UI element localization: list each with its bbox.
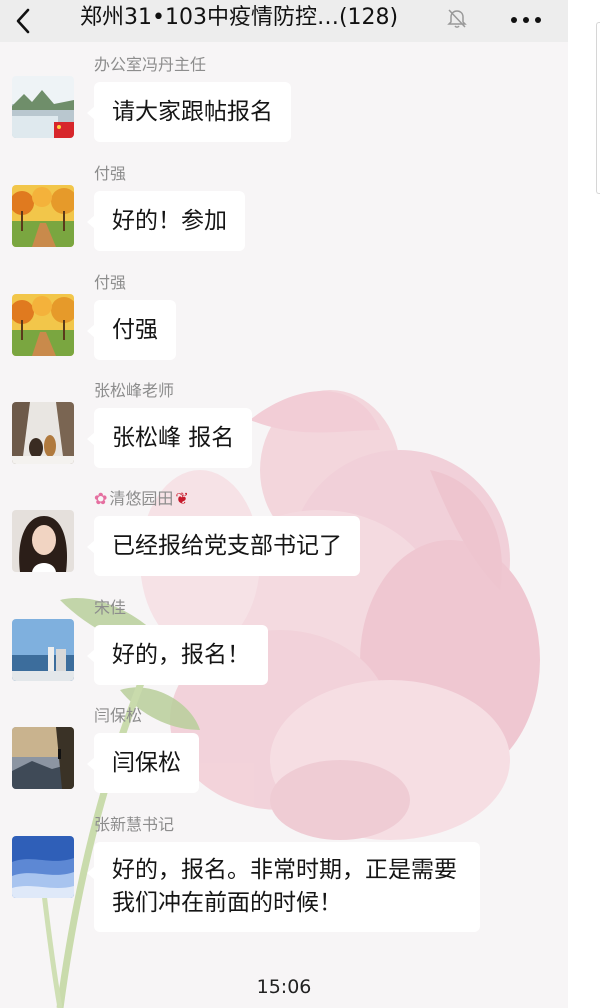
autumn-trees-avatar[interactable] — [12, 294, 74, 356]
message-bubble[interactable]: 付强 — [87, 300, 176, 360]
chevron-left-icon[interactable] — [8, 6, 40, 36]
message-bubble[interactable]: 已经报给党支部书记了 — [87, 516, 360, 576]
message-bubble[interactable]: 好的，报名！ — [87, 625, 268, 685]
blue-dunes-avatar[interactable] — [12, 836, 74, 898]
message-bubble[interactable]: 好的，报名。非常时期，正是需要我们冲在前面的时候！ — [87, 842, 480, 932]
message-bubble[interactable]: 闫保松 — [87, 733, 199, 793]
chat-window: 郑州31•103中疫情防控…(128) 办公室冯丹主任 请大家跟帖报名 付强 好… — [0, 0, 600, 1008]
sender-name: ✿ 清悠园田 ❦ — [94, 489, 189, 508]
chat-title[interactable]: 郑州31•103中疫情防控…(128) — [80, 4, 450, 32]
message-timestamp: 15:06 — [256, 976, 312, 998]
sender-name: 张松峰老师 — [94, 381, 175, 400]
lake-landscape-avatar[interactable] — [12, 76, 74, 138]
woman-portrait-avatar[interactable] — [12, 510, 74, 572]
snow-dogs-avatar[interactable] — [12, 402, 74, 464]
sender-name: 付强 — [94, 164, 127, 183]
message-bubble[interactable]: 请大家跟帖报名 — [87, 82, 291, 142]
flower-emoji-icon: ✿ — [94, 489, 108, 508]
more-dots-icon[interactable] — [508, 6, 544, 30]
rose-emoji-icon: ❦ — [175, 489, 189, 508]
right-edge-strip — [568, 0, 600, 1008]
bell-off-icon — [446, 7, 468, 29]
harbor-avatar[interactable] — [12, 619, 74, 681]
autumn-trees-avatar[interactable] — [12, 185, 74, 247]
chat-header: 郑州31•103中疫情防控…(128) — [0, 0, 568, 42]
sender-name: 张新慧书记 — [94, 815, 175, 834]
cliff-climber-avatar[interactable] — [12, 727, 74, 789]
sender-name: 付强 — [94, 273, 127, 292]
sender-name: 宋佳 — [94, 598, 127, 617]
message-bubble[interactable]: 张松峰 报名 — [86, 408, 253, 468]
sender-name: 办公室冯丹主任 — [94, 55, 207, 74]
message-bubble[interactable]: 好的！参加 — [87, 191, 245, 251]
sender-name: 闫保松 — [94, 706, 143, 725]
